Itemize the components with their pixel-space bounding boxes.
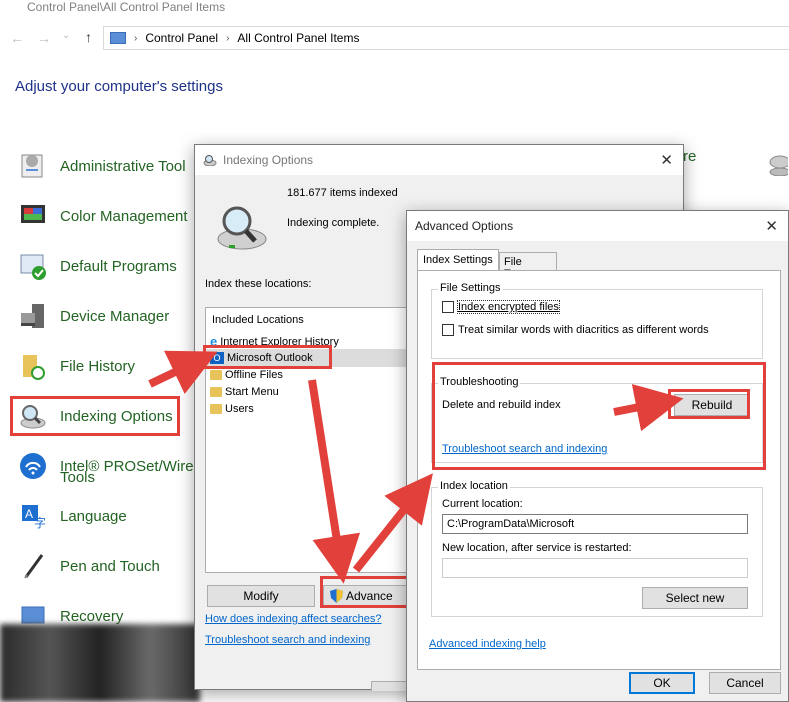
arrow-to-advanced [308, 379, 361, 584]
arrow-to-outlook [148, 350, 218, 395]
annotation-arrows [148, 350, 684, 584]
arrow-to-advanced-dialog [352, 473, 433, 573]
arrow-to-rebuild [613, 384, 684, 432]
